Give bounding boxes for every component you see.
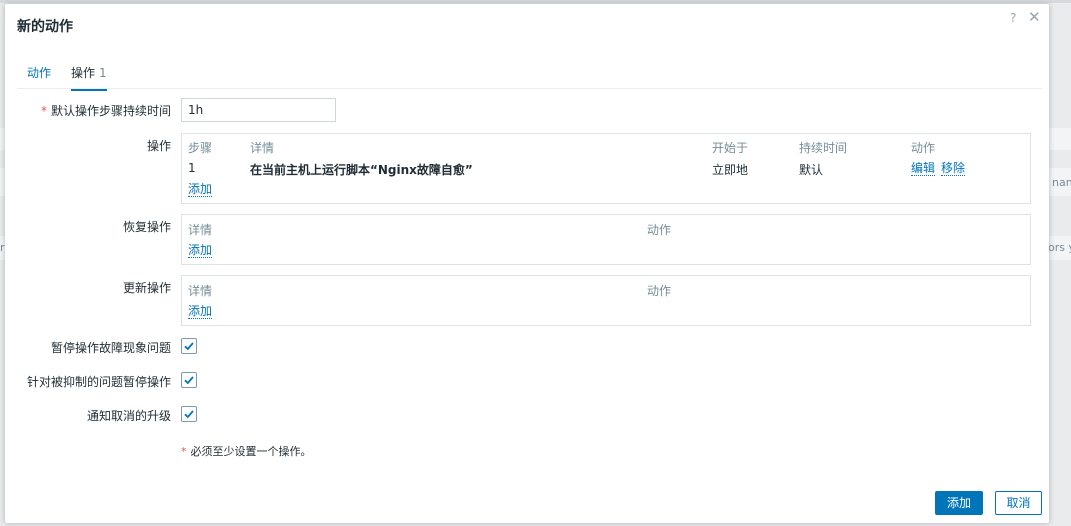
remove-operation-link[interactable]: 移除 <box>941 161 966 176</box>
operations-table: 步骤 详情 开始于 持续时间 动作 1 在当前主机上运行脚本“Nginx故障自愈… <box>181 133 1031 204</box>
operation-details: 在当前主机上运行脚本“Nginx故障自愈” <box>250 163 473 177</box>
add-operation-link[interactable]: 添加 <box>188 182 213 197</box>
cancel-button[interactable]: 取消 <box>995 491 1042 515</box>
checkmark-icon <box>184 410 194 419</box>
tab-label: 动作 <box>27 66 52 80</box>
note-text: 必须至少设置一个操作。 <box>190 445 312 458</box>
tab-bar: 动作 操作 1 <box>17 62 1042 91</box>
column-header-action: 动作 <box>647 223 672 237</box>
notify-canceled-checkbox[interactable] <box>181 406 197 422</box>
background-top-bar <box>0 0 1071 3</box>
close-icon[interactable]: ✕ <box>1028 8 1041 26</box>
new-action-dialog: 新的动作 ? ✕ 动作 操作1 *默认操作步骤持续时间 操作 步骤 详情 开始于… <box>5 4 1049 523</box>
requirement-note: * 必须至少设置一个操作。 <box>181 443 312 459</box>
column-header-details: 详情 <box>188 223 213 237</box>
pause-symptoms-checkbox[interactable] <box>181 338 197 354</box>
default-duration-input[interactable] <box>181 98 336 122</box>
required-asterisk: * <box>181 445 187 458</box>
default-duration-label: * 默认操作步骤持续时间 <box>41 102 171 119</box>
column-header-details: 详情 <box>250 141 275 155</box>
tab-operations[interactable]: 操作 1 <box>71 64 107 91</box>
tab-action[interactable]: 动作 <box>27 64 51 89</box>
column-header-details: 详情 <box>188 284 213 298</box>
help-icon[interactable]: ? <box>1010 11 1016 25</box>
operations-label: 操作 <box>146 139 171 153</box>
column-header-step: 步骤 <box>188 141 213 155</box>
column-header-action: 动作 <box>911 141 936 155</box>
tab-count: 1 <box>99 66 107 80</box>
update-operations-table: 详情 动作 添加 <box>181 275 1031 326</box>
update-operations-label: 更新操作 <box>122 281 171 295</box>
column-header-action: 动作 <box>647 284 672 298</box>
recovery-operations-table: 详情 动作 添加 <box>181 214 1031 265</box>
operation-step: 1 <box>188 161 196 175</box>
add-recovery-operation-link[interactable]: 添加 <box>188 243 213 258</box>
tab-label: 操作 <box>71 66 96 80</box>
dialog-title: 新的动作 <box>17 19 73 35</box>
column-header-start: 开始于 <box>712 141 749 155</box>
pause-suppressed-checkbox[interactable] <box>181 372 197 388</box>
background-text-fragment: nan <box>1052 176 1071 189</box>
operation-start: 立即地 <box>712 163 749 177</box>
operation-duration: 默认 <box>799 163 824 177</box>
add-update-operation-link[interactable]: 添加 <box>188 304 213 319</box>
background-text-fragment: ors y <box>1048 241 1071 254</box>
column-header-duration: 持续时间 <box>799 141 848 155</box>
required-asterisk: * <box>40 104 47 118</box>
label-text: 默认操作步骤持续时间 <box>50 104 171 118</box>
recovery-operations-label: 恢复操作 <box>122 220 171 234</box>
pause-suppressed-label: 针对被抑制的问题暂停操作 <box>26 375 171 389</box>
notify-canceled-label: 通知取消的升级 <box>86 409 171 423</box>
pause-symptoms-label: 暂停操作故障现象问题 <box>50 341 171 355</box>
add-button[interactable]: 添加 <box>935 491 983 515</box>
checkmark-icon <box>184 342 194 351</box>
checkmark-icon <box>184 376 194 385</box>
edit-operation-link[interactable]: 编辑 <box>911 161 936 176</box>
